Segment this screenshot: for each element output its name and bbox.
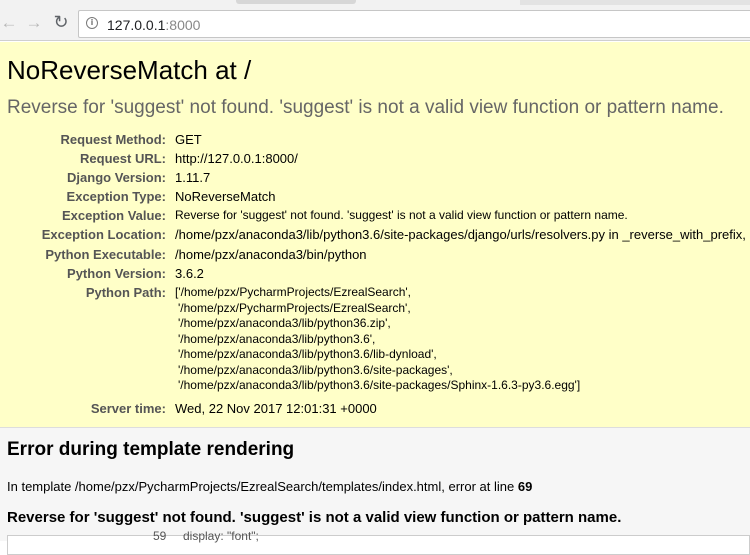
meta-value: /home/pzx/anaconda3/lib/python3.6/site-p…: [175, 227, 746, 242]
template-error-message: Reverse for 'suggest' not found. 'sugges…: [7, 509, 622, 526]
meta-value: http://127.0.0.1:8000/: [175, 151, 298, 166]
error-message: Reverse for 'suggest' not found. 'sugges…: [7, 97, 724, 118]
meta-value: Reverse for 'suggest' not found. 'sugges…: [175, 208, 628, 222]
template-location-text: In template /home/pzx/PycharmProjects/Ez…: [7, 479, 515, 494]
meta-key: Exception Type:: [66, 189, 166, 204]
browser-tab-strip: [520, 0, 750, 5]
meta-key: Django Version:: [67, 170, 166, 185]
meta-row-exception-type: Exception Type: NoReverseMatch: [0, 189, 750, 208]
meta-key: Python Path:: [85, 285, 166, 300]
meta-row-request-method: Request Method: GET: [0, 132, 750, 151]
meta-key: Exception Value:: [61, 208, 166, 223]
meta-row-python-version: Python Version: 3.6.2: [0, 266, 750, 285]
meta-key: Request URL:: [80, 151, 166, 166]
template-line-number: 69: [517, 479, 533, 494]
python-path-item: '/home/pzx/anaconda3/lib/python3.6/site-…: [178, 378, 581, 392]
python-path-item: '/home/pzx/anaconda3/lib/python3.6',: [178, 331, 376, 346]
meta-row-django-version: Django Version: 1.11.7: [0, 170, 750, 189]
meta-key: Request Method:: [60, 132, 166, 147]
meta-value: NoReverseMatch: [175, 189, 276, 204]
python-path-list: ['/home/pzx/PycharmProjects/EzrealSearch…: [175, 285, 580, 394]
back-arrow-icon[interactable]: ←: [0, 13, 18, 31]
meta-key: Python Executable:: [45, 247, 166, 262]
browser-tab[interactable]: [236, 0, 356, 4]
browser-toolbar: ← → ↻ i 127.0.0.1:8000: [0, 0, 750, 41]
meta-value: GET: [175, 132, 202, 147]
template-location: In template /home/pzx/PycharmProjects/Ez…: [7, 479, 532, 494]
python-path-item: '/home/pzx/anaconda3/lib/python36.zip',: [178, 316, 391, 330]
template-source-box: 59 display: "font";: [7, 529, 750, 555]
python-path-item: '/home/pzx/anaconda3/lib/python3.6/site-…: [178, 362, 453, 377]
python-path-item: ['/home/pzx/PycharmProjects/EzrealSearch…: [175, 285, 412, 299]
meta-value: 1.11.7: [175, 170, 211, 185]
reload-icon[interactable]: ↻: [52, 13, 70, 31]
meta-key: Server time:: [90, 401, 166, 416]
python-path-item: '/home/pzx/PycharmProjects/EzrealSearch'…: [178, 300, 411, 315]
meta-value: Wed, 22 Nov 2017 12:01:31 +0000: [175, 401, 377, 416]
url-port: :8000: [165, 17, 201, 33]
meta-row-exception-value: Exception Value: Reverse for 'suggest' n…: [0, 208, 750, 227]
meta-row-exception-location: Exception Location: /home/pzx/anaconda3/…: [0, 227, 750, 246]
template-error-section: Error during template rendering In templ…: [0, 428, 750, 555]
meta-key: Exception Location:: [41, 227, 166, 242]
meta-value: /home/pzx/anaconda3/bin/python: [175, 247, 367, 262]
forward-arrow-icon[interactable]: →: [25, 13, 43, 31]
meta-key: Python Version:: [67, 266, 166, 281]
address-bar[interactable]: i 127.0.0.1:8000: [78, 10, 750, 38]
meta-value: 3.6.2: [175, 266, 204, 281]
python-path-item: '/home/pzx/anaconda3/lib/python3.6/lib-d…: [178, 347, 437, 361]
url-host: 127.0.0.1: [107, 17, 166, 33]
meta-row-python-executable: Python Executable: /home/pzx/anaconda3/b…: [0, 247, 750, 266]
error-summary: NoReverseMatch at / Reverse for 'suggest…: [0, 42, 750, 428]
url-text[interactable]: 127.0.0.1:8000: [107, 17, 200, 33]
template-error-heading: Error during template rendering: [7, 439, 295, 460]
error-title: NoReverseMatch at /: [7, 55, 252, 85]
meta-row-server-time: Server time: Wed, 22 Nov 2017 12:01:31 +…: [0, 401, 750, 420]
info-icon[interactable]: i: [86, 17, 98, 29]
meta-row-request-url: Request URL: http://127.0.0.1:8000/: [0, 151, 750, 170]
